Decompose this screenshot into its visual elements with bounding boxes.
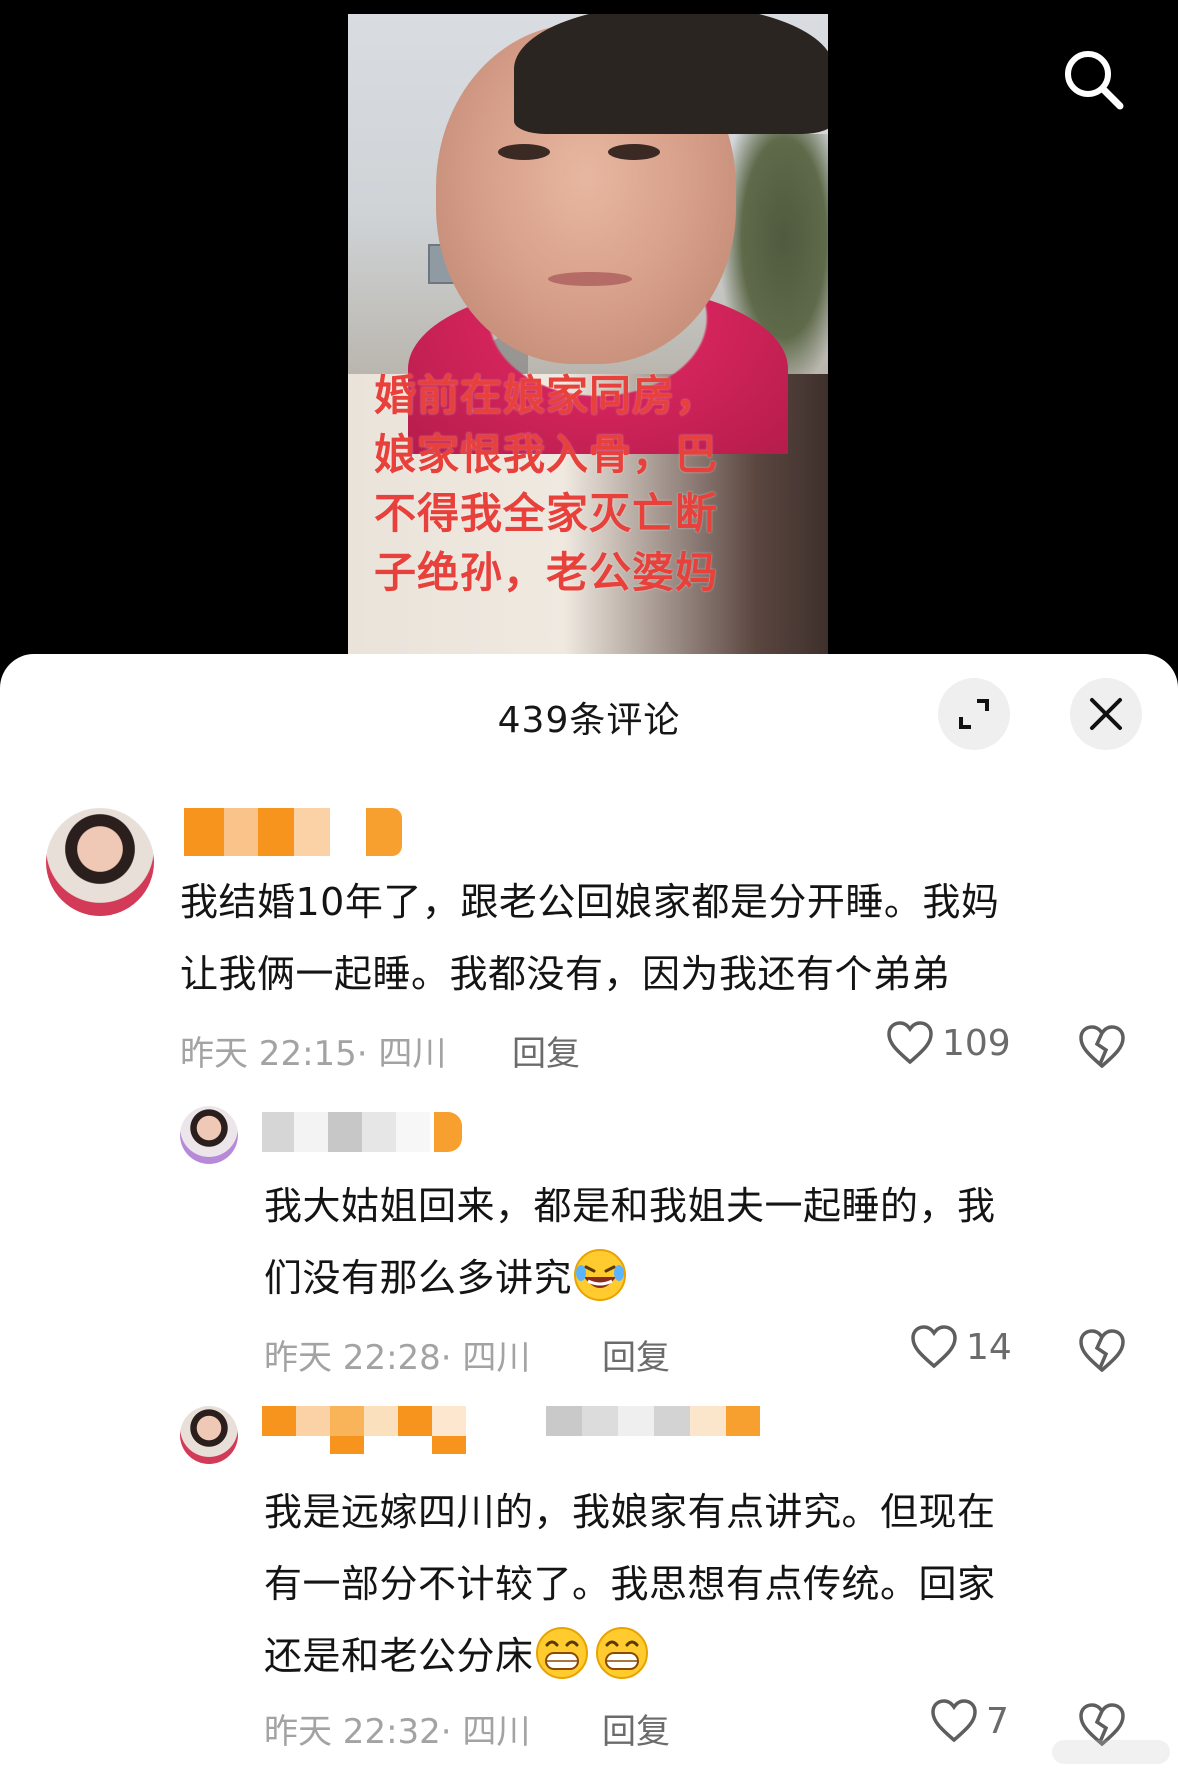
video-person-eye <box>498 144 550 160</box>
comment-line: 还是和老公分床 <box>264 1620 1144 1692</box>
reply-button[interactable]: 回复 <box>602 1704 670 1753</box>
like-count: 14 <box>966 1326 1012 1368</box>
avatar[interactable] <box>46 808 154 916</box>
like-button[interactable]: 109 <box>886 1020 1011 1066</box>
comment-line-text: 们没有那么多讲究 <box>264 1256 573 1300</box>
comment-text: 我大姑姐回来，都是和我姐夫一起睡的，我 们没有那么多讲究 <box>264 1170 1144 1314</box>
broken-heart-icon <box>1079 1329 1125 1373</box>
heart-icon <box>911 1325 957 1369</box>
username-redacted[interactable] <box>262 1406 774 1466</box>
video-person-mouth <box>548 272 632 286</box>
like-button[interactable]: 7 <box>930 1698 1009 1744</box>
dislike-button[interactable] <box>1078 1328 1128 1378</box>
video-overlay-line: 娘家恨我入骨，巴 <box>374 430 719 479</box>
comment-line: 我大姑姐回来，都是和我姐夫一起睡的，我 <box>264 1184 996 1228</box>
watermark <box>1052 1740 1170 1764</box>
comment-text: 我结婚10年了，跟老公回娘家都是分开睡。我妈 让我俩一起睡。我都没有，因为我还有… <box>180 866 1140 1010</box>
username-redacted[interactable] <box>184 808 404 856</box>
search-icon <box>1065 51 1124 110</box>
video-overlay-caption: 婚前在娘家同房， 娘家恨我入骨，巴 不得我全家灭亡断 子绝孙，老公婆妈 <box>374 366 734 602</box>
comment-line: 我是远嫁四川的，我娘家有点讲究。但现在 <box>264 1490 996 1534</box>
heart-icon <box>887 1021 933 1065</box>
video-overlay-line: 婚前在娘家同房， <box>374 371 719 420</box>
comment-meta: 昨天 22:32· 四川 <box>264 1704 530 1753</box>
comment-line: 让我俩一起睡。我都没有，因为我还有个弟弟 <box>180 952 951 996</box>
expand-icon <box>959 699 989 729</box>
laughing-crying-emoji <box>574 1249 627 1301</box>
video-overlay-line: 子绝孙，老公婆妈 <box>374 548 719 597</box>
comment-meta: 昨天 22:28· 四川 <box>264 1330 530 1379</box>
like-button[interactable]: 14 <box>910 1324 1012 1370</box>
like-count: 7 <box>986 1700 1009 1742</box>
comment-text: 我是远嫁四川的，我娘家有点讲究。但现在 有一部分不计较了。我思想有点传统。回家 … <box>264 1476 1144 1692</box>
comment-location: · 四川 <box>440 1712 531 1752</box>
reply-button[interactable]: 回复 <box>512 1026 580 1075</box>
comment-location: · 四川 <box>440 1338 531 1378</box>
comment-time: 昨天 22:28 <box>264 1338 441 1378</box>
video-area[interactable]: 婚前在娘家同房， 娘家恨我入骨，巴 不得我全家灭亡断 子绝孙，老公婆妈 <box>0 0 1178 680</box>
expand-button[interactable] <box>938 678 1010 750</box>
comment-location: · 四川 <box>356 1034 447 1074</box>
comment-line: 我结婚10年了，跟老公回娘家都是分开睡。我妈 <box>180 880 1000 924</box>
comment-time: 昨天 22:15 <box>180 1034 357 1074</box>
close-button[interactable] <box>1070 678 1142 750</box>
dislike-button[interactable] <box>1078 1024 1128 1074</box>
reply-button[interactable]: 回复 <box>602 1330 670 1379</box>
comment-sheet: 439条评论 我结婚10年了，跟老公回娘家都是分开睡。我妈 让我俩一起睡。我都没… <box>0 654 1178 1772</box>
video-person-face <box>436 14 828 364</box>
comment-meta: 昨天 22:15· 四川 <box>180 1026 446 1075</box>
video-overlay-line: 不得我全家灭亡断 <box>374 489 719 538</box>
avatar[interactable] <box>180 1406 238 1464</box>
close-icon <box>1090 698 1122 730</box>
video-person-eye <box>608 144 660 160</box>
comment-time: 昨天 22:32 <box>264 1712 441 1752</box>
avatar[interactable] <box>180 1106 238 1164</box>
comment-line: 有一部分不计较了。我思想有点传统。回家 <box>264 1562 996 1606</box>
comment-line-text: 还是和老公分床 <box>264 1634 534 1678</box>
grinning-emoji <box>595 1627 648 1679</box>
video-person-hair <box>514 14 828 134</box>
like-count: 109 <box>942 1022 1011 1064</box>
grinning-emoji <box>535 1627 588 1679</box>
broken-heart-icon <box>1079 1025 1125 1069</box>
heart-icon <box>931 1699 977 1743</box>
search-button[interactable] <box>1060 46 1128 114</box>
username-redacted[interactable] <box>262 1112 468 1152</box>
comment-line: 们没有那么多讲究 <box>264 1242 1144 1314</box>
video-frame[interactable]: 婚前在娘家同房， 娘家恨我入骨，巴 不得我全家灭亡断 子绝孙，老公婆妈 <box>348 14 828 680</box>
